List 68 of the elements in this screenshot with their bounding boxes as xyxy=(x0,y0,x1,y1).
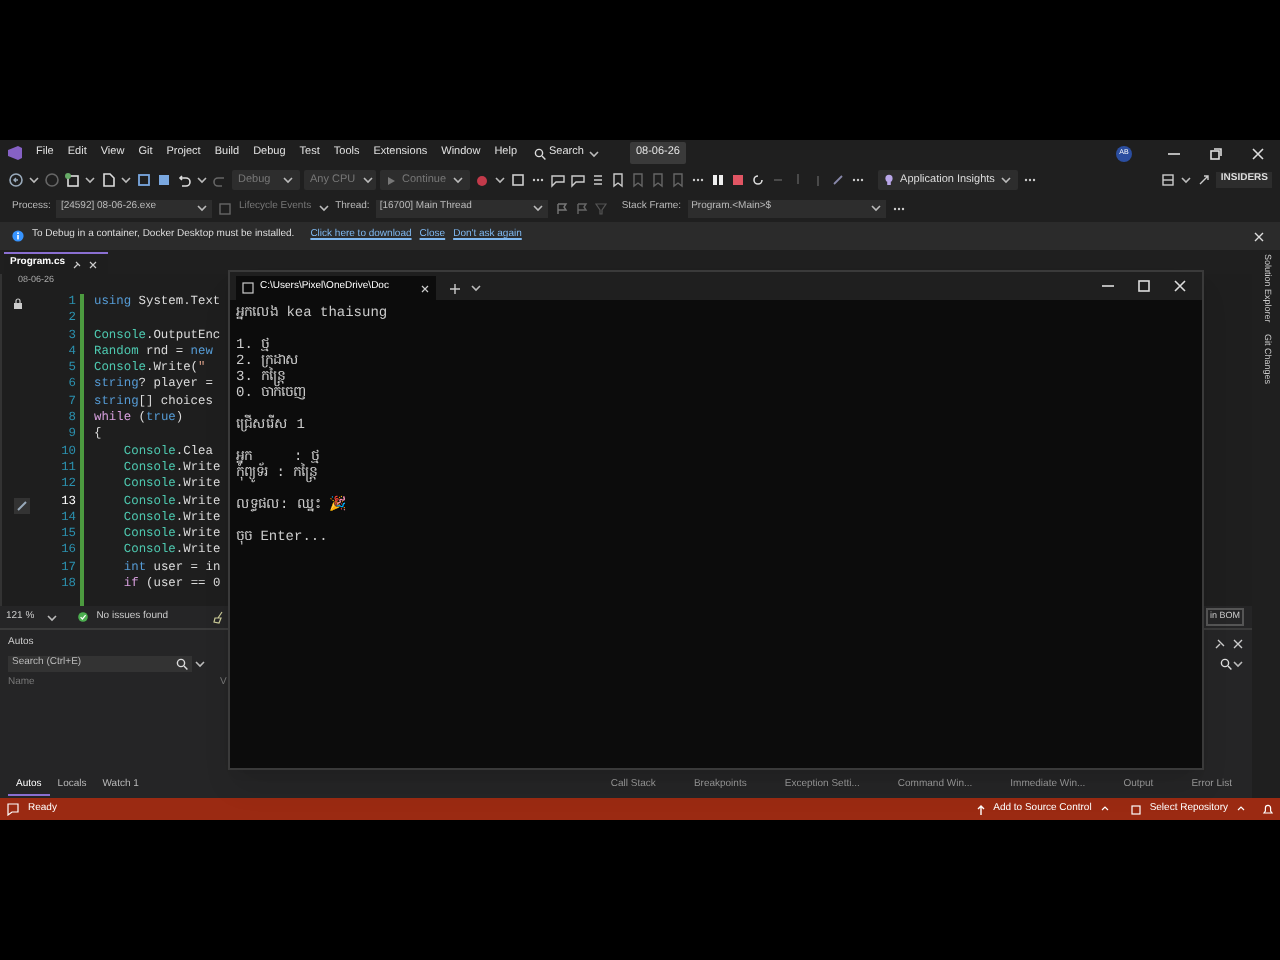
arrow-up-icon xyxy=(975,803,986,815)
flag-icon xyxy=(573,201,588,215)
caret-icon[interactable] xyxy=(470,282,482,294)
restart-icon[interactable] xyxy=(750,172,767,188)
flag-icon xyxy=(553,201,568,215)
message-icon xyxy=(6,802,20,816)
caret-icon xyxy=(494,174,507,186)
layout-icon[interactable] xyxy=(1160,172,1177,188)
check-circle-icon xyxy=(78,612,89,622)
app-logo-icon[interactable] xyxy=(6,144,24,162)
caret-icon xyxy=(196,202,209,214)
broom-icon[interactable] xyxy=(212,610,227,624)
caret-icon xyxy=(1000,174,1013,186)
caret-icon xyxy=(869,202,882,214)
close-icon[interactable] xyxy=(1172,278,1188,294)
repository-icon xyxy=(1129,803,1142,815)
pause-icon[interactable] xyxy=(710,172,727,188)
uncomment-icon[interactable] xyxy=(570,172,587,188)
edit-pencil-icon xyxy=(14,497,30,514)
close-icon[interactable] xyxy=(1232,638,1244,650)
play-icon xyxy=(386,175,396,185)
new-item-icon[interactable] xyxy=(64,172,80,188)
caret-icon xyxy=(28,174,40,186)
close-icon[interactable] xyxy=(1250,145,1266,161)
caret-icon xyxy=(317,202,330,214)
pin-icon[interactable] xyxy=(1214,638,1226,650)
pin-icon[interactable] xyxy=(71,259,82,269)
close-icon[interactable] xyxy=(87,259,98,269)
restore-icon[interactable] xyxy=(1208,145,1224,161)
maximize-icon[interactable] xyxy=(1136,278,1152,294)
caret-icon xyxy=(531,202,544,214)
undo-icon[interactable] xyxy=(176,172,192,188)
file-icon[interactable] xyxy=(100,172,116,188)
caret-icon xyxy=(120,174,132,186)
back-icon[interactable] xyxy=(8,172,24,188)
caret-icon xyxy=(361,174,374,186)
caret-icon xyxy=(84,174,96,186)
lock-icon xyxy=(12,298,24,310)
caret-icon xyxy=(587,147,600,159)
lifecycle-icon xyxy=(218,201,233,215)
stop-icon[interactable] xyxy=(730,172,747,188)
caret-icon xyxy=(196,174,208,186)
search-icon[interactable] xyxy=(1220,658,1232,670)
search-icon xyxy=(176,658,188,670)
plus-icon[interactable] xyxy=(448,282,462,296)
lightbulb-icon xyxy=(884,174,895,186)
caret-icon xyxy=(1180,174,1193,186)
filter-icon xyxy=(593,201,608,215)
caret-icon[interactable] xyxy=(194,658,206,670)
save-all-icon[interactable] xyxy=(156,172,172,188)
live-share-icon[interactable] xyxy=(1196,172,1213,188)
save-icon[interactable] xyxy=(136,172,152,188)
redo-icon[interactable] xyxy=(212,172,228,188)
window-icon[interactable] xyxy=(510,172,527,188)
caret-icon xyxy=(452,174,465,186)
format-icon[interactable] xyxy=(590,172,607,188)
terminal-icon xyxy=(242,282,254,294)
search-icon xyxy=(533,147,546,159)
caret-icon xyxy=(282,174,294,186)
caret-icon[interactable] xyxy=(1232,658,1244,670)
close-icon[interactable] xyxy=(1252,229,1266,243)
close-icon[interactable] xyxy=(420,283,430,293)
caret-icon xyxy=(46,611,59,623)
caret-up-icon xyxy=(1236,804,1246,814)
caret-up-icon xyxy=(1099,804,1110,814)
bell-icon[interactable] xyxy=(1262,803,1274,815)
comment-icon[interactable] xyxy=(550,172,567,188)
info-icon xyxy=(12,230,24,242)
